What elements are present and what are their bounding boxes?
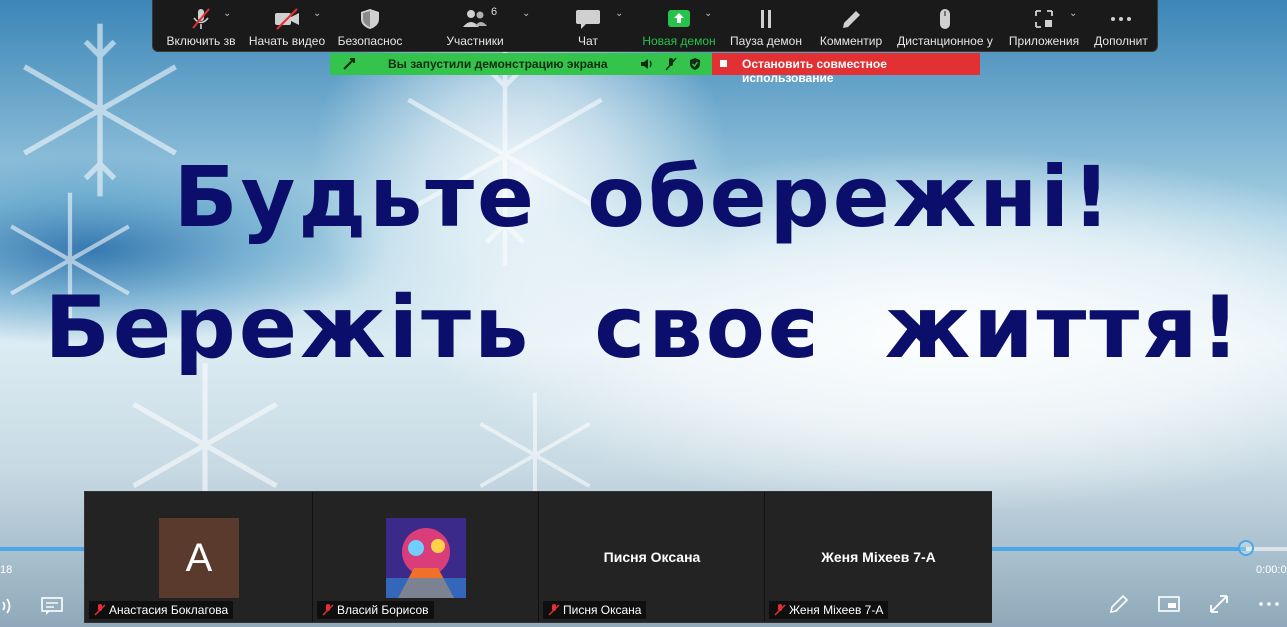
apps-icon (1035, 10, 1053, 28)
share-screen-up-arrow-icon (668, 10, 690, 27)
video-time-elapsed: 18 (0, 564, 13, 576)
participant-name: Писня Оксана (543, 601, 647, 619)
participants-count-badge: 6 (491, 6, 498, 18)
stop-square-icon (720, 60, 727, 67)
volume-icon[interactable] (0, 594, 24, 618)
sharing-status-text: Вы запустили демонстрацию экрана (388, 57, 608, 71)
participant-display-name: Женя Міхеев 7-А (821, 549, 936, 565)
speaker-icon[interactable] (640, 57, 654, 71)
fullscreen-icon[interactable] (1207, 592, 1231, 616)
pause-share-button[interactable]: Пауза демон (727, 0, 805, 52)
pause-share-label: Пауза демон (730, 34, 802, 48)
avatar: A (159, 518, 239, 598)
security-label: Безопаснос (337, 34, 403, 48)
apps-button[interactable]: ⌄ Приложения (1005, 0, 1083, 52)
annotate-label: Комментир (819, 34, 883, 48)
pen-icon[interactable] (1107, 592, 1131, 616)
sharing-indicator-icon (343, 58, 355, 70)
chevron-down-icon[interactable]: ⌄ (704, 8, 712, 19)
participant-name-text: Анастасия Боклагова (109, 603, 229, 617)
profile-picture-icon (386, 518, 466, 598)
participant-tile[interactable]: A Анастасия Боклагова (85, 492, 312, 622)
video-progress-handle[interactable] (1238, 540, 1254, 556)
participants-video-strip: A Анастасия Боклагова Власий Борисов Пис… (84, 491, 992, 623)
pause-icon (761, 10, 771, 28)
more-button[interactable]: Дополнит (1089, 0, 1153, 52)
shield-check-icon[interactable] (688, 57, 702, 71)
participant-name-text: Женя Міхеев 7-А (789, 603, 884, 617)
chevron-down-icon[interactable]: ⌄ (313, 8, 321, 19)
security-button[interactable]: Безопаснос (333, 0, 407, 52)
participant-name: Анастасия Боклагова (89, 601, 234, 619)
shield-icon (361, 9, 379, 29)
mute-button-label: Включить зв (166, 34, 236, 48)
participant-name-text: Писня Оксана (563, 603, 642, 617)
slide-heading-line-2: Бережіть своє життя! (44, 278, 1243, 378)
slide-heading-line-1: Будьте обережні! (173, 148, 1114, 246)
microphone-muted-icon (94, 604, 106, 616)
start-video-button[interactable]: ⌄ Начать видео (245, 0, 329, 52)
participant-tile[interactable]: Писня Оксана Писня Оксана (538, 492, 765, 622)
ellipsis-icon (1111, 17, 1131, 21)
chevron-down-icon[interactable]: ⌄ (223, 8, 231, 19)
sharing-status-banner[interactable]: Вы запустили демонстрацию экрана (330, 53, 712, 75)
microphone-muted-icon (322, 604, 334, 616)
microphone-muted-icon (548, 604, 560, 616)
new-share-label: Новая демон (642, 34, 716, 48)
remote-control-label: Дистанционное у (897, 34, 993, 48)
participant-name: Женя Міхеев 7-А (769, 601, 889, 619)
participants-button[interactable]: 6 Участники (435, 0, 515, 52)
participant-tile[interactable]: Женя Міхеев 7-А Женя Міхеев 7-А (764, 492, 992, 622)
more-options-icon[interactable] (1257, 592, 1281, 616)
participants-icon (463, 10, 487, 27)
stop-share-button[interactable]: Остановить совместное использование (712, 53, 980, 85)
stop-share-label: Остановить совместное использование (742, 57, 887, 85)
participants-label: Участники (446, 34, 504, 48)
apps-label: Приложения (1008, 34, 1080, 48)
chat-bubble-icon (576, 10, 600, 29)
chevron-down-icon[interactable]: ⌄ (615, 8, 623, 19)
chevron-down-icon[interactable]: ⌄ (1069, 8, 1077, 19)
video-camera-off-icon (275, 8, 299, 30)
annotate-button[interactable]: Комментир (813, 0, 889, 52)
participant-name-text: Власий Борисов (337, 603, 429, 617)
captions-icon[interactable] (40, 594, 64, 618)
mute-button[interactable]: ⌄ Включить зв (159, 0, 243, 52)
chat-button[interactable]: Чат (563, 0, 613, 52)
chat-label: Чат (578, 34, 598, 48)
start-video-label: Начать видео (248, 34, 326, 48)
mouse-icon (940, 9, 950, 29)
microphone-muted-icon[interactable] (664, 57, 678, 71)
avatar (386, 518, 466, 598)
participant-tile[interactable]: Власий Борисов (312, 492, 539, 622)
meeting-toolbar: ⌄ Включить зв ⌄ Начать видео Безопаснос … (152, 0, 1158, 52)
video-time-total: 0:00:0 (1256, 564, 1287, 576)
microphone-muted-icon (774, 604, 786, 616)
participant-display-name: Писня Оксана (603, 549, 701, 565)
miniplayer-icon[interactable] (1157, 592, 1181, 616)
chevron-down-icon[interactable]: ⌄ (522, 8, 530, 19)
remote-control-button[interactable]: Дистанционное у (893, 0, 997, 52)
pencil-icon (843, 11, 860, 28)
more-label: Дополнит (1094, 34, 1148, 48)
participant-name: Власий Борисов (317, 601, 434, 619)
microphone-muted-icon (192, 8, 210, 29)
